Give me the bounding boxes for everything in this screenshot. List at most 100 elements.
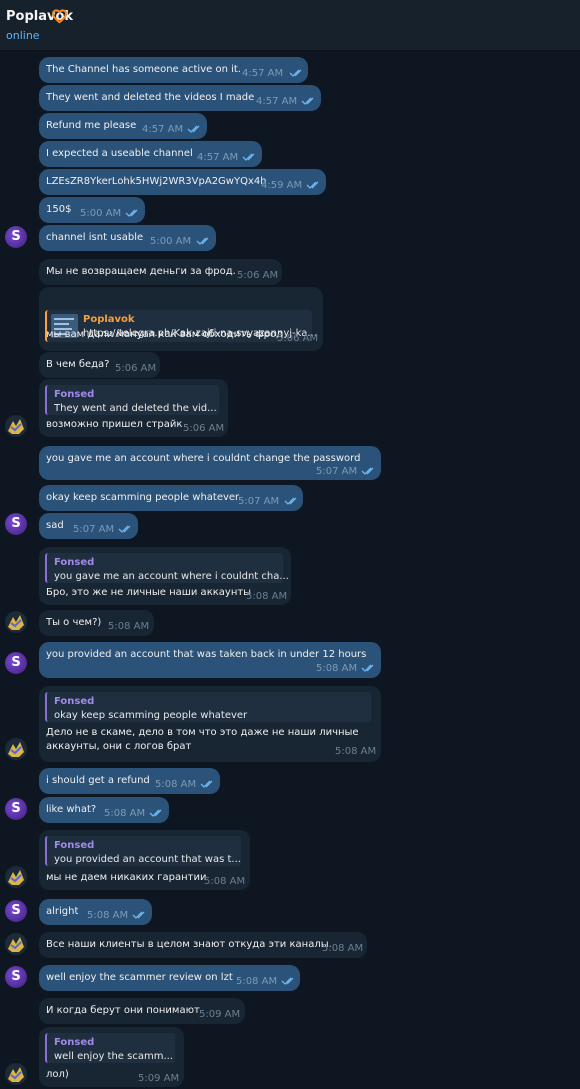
reply-author: Fonsed	[54, 1037, 95, 1048]
character-avatar-icon	[8, 742, 24, 757]
avatar[interactable]: S	[5, 226, 27, 248]
reply-author: Fonsed	[54, 696, 95, 707]
avatar[interactable]	[5, 866, 27, 888]
avatar-logo-icon: S	[11, 516, 21, 531]
message-in[interactable]: Fonsed okay keep scamming people whateve…	[39, 686, 381, 762]
message-in[interactable]: В чем беда? 5:06 AM	[39, 352, 160, 378]
message-text: like what?	[46, 804, 97, 815]
message-in[interactable]: И когда берут они понимают 5:09 AM	[39, 998, 245, 1024]
message-out[interactable]: alright 5:08 AM	[39, 899, 152, 925]
message-in[interactable]: Fonsed you provided an account that was …	[39, 830, 250, 890]
read-checkmarks-icon	[118, 525, 131, 533]
link-preview-site: Poplavok	[83, 314, 135, 325]
message-text: И когда берут они понимают	[46, 1005, 200, 1016]
message-out[interactable]: LZEsZR8YkerLohk5HWj2WR3VpA2GwYQx4h 4:59 …	[39, 169, 326, 195]
message-time: 5:08 AM	[155, 779, 197, 790]
message-out[interactable]: like what? 5:08 AM	[39, 797, 169, 823]
character-avatar-icon	[8, 615, 24, 630]
avatar[interactable]	[5, 611, 27, 633]
message-out[interactable]: The Channel has someone active on it. 4:…	[39, 57, 308, 83]
message-out[interactable]: well enjoy the scammer review on lzt 5:0…	[39, 965, 300, 991]
message-text: LZEsZR8YkerLohk5HWj2WR3VpA2GwYQx4h	[46, 176, 267, 187]
message-text: Ты о чем?)	[46, 617, 102, 628]
message-out[interactable]: sad 5:07 AM	[39, 513, 138, 539]
message-text: The Channel has someone active on it.	[46, 64, 241, 75]
reply-quote[interactable]: Fonsed well enjoy the scamm...	[45, 1033, 175, 1063]
reply-quote[interactable]: Fonsed you provided an account that was …	[45, 836, 241, 866]
avatar[interactable]: S	[5, 513, 27, 535]
read-checkmarks-icon	[306, 181, 319, 189]
message-time: 4:59 AM	[261, 180, 303, 191]
chat-header: Poplavok online	[0, 0, 580, 51]
avatar[interactable]: S	[5, 798, 27, 820]
message-out[interactable]: channel isnt usable 5:00 AM	[39, 225, 216, 251]
read-checkmarks-icon	[125, 209, 138, 217]
message-out[interactable]: you provided an account that was taken b…	[39, 642, 381, 678]
character-avatar-icon	[8, 419, 24, 434]
message-time: 5:06 AM	[237, 270, 279, 281]
message-text: sad	[46, 520, 64, 531]
avatar-logo-icon: S	[11, 969, 21, 984]
reply-quote[interactable]: Fonsed you gave me an account where i co…	[45, 553, 289, 583]
message-out[interactable]: 150$ 5:00 AM	[39, 197, 145, 223]
avatar[interactable]: S	[5, 966, 27, 988]
message-out[interactable]: I expected a useable channel 4:57 AM	[39, 141, 262, 167]
avatar-logo-icon: S	[11, 801, 21, 816]
avatar[interactable]	[5, 933, 27, 955]
message-time: 5:00 AM	[80, 208, 122, 219]
reply-quote[interactable]: Fonsed They went and deleted the vid...	[45, 385, 219, 415]
message-in[interactable]: Fonsed you gave me an account where i co…	[39, 547, 291, 605]
avatar[interactable]	[5, 1063, 27, 1085]
message-in[interactable]: Poplavok https://telegra.ph/Kak-zajti-na…	[39, 287, 323, 351]
message-time: 5:08 AM	[108, 621, 150, 632]
message-in[interactable]: Fonsed They went and deleted the vid... …	[39, 379, 228, 437]
message-text: возможно пришел страйк	[46, 419, 183, 430]
reply-author: Fonsed	[54, 389, 95, 400]
avatar[interactable]	[5, 415, 27, 437]
reply-author: Fonsed	[54, 557, 95, 568]
reply-text: They went and deleted the vid...	[54, 403, 217, 414]
read-checkmarks-icon	[361, 664, 374, 672]
avatar[interactable]: S	[5, 900, 27, 922]
message-time: 5:08 AM	[104, 808, 146, 819]
avatar[interactable]: S	[5, 652, 27, 674]
message-list[interactable]: The Channel has someone active on it. 4:…	[0, 51, 580, 1089]
avatar-logo-icon: S	[11, 655, 21, 670]
message-out[interactable]: Refund me please 4:57 AM	[39, 113, 207, 139]
message-text: мы не даем никаких гарантии	[46, 872, 207, 883]
message-text: you gave me an account where i couldnt c…	[46, 453, 361, 464]
message-in[interactable]: Fonsed well enjoy the scamm... лол) 5:09…	[39, 1027, 184, 1087]
message-text: channel isnt usable	[46, 232, 144, 243]
reply-quote[interactable]: Fonsed okay keep scamming people whateve…	[45, 692, 371, 722]
message-time: 5:06 AM	[277, 333, 319, 344]
message-out[interactable]: i should get a refund 5:08 AM	[39, 768, 220, 794]
read-checkmarks-icon	[361, 467, 374, 475]
message-time: 5:07 AM	[73, 524, 115, 535]
message-text: лол)	[46, 1069, 69, 1080]
message-text: В чем беда?	[46, 359, 110, 370]
avatar-logo-icon: S	[11, 229, 21, 244]
message-time: 5:00 AM	[150, 236, 192, 247]
message-text: well enjoy the scammer review on lzt	[46, 972, 233, 983]
message-out[interactable]: okay keep scamming people whatever 5:07 …	[39, 485, 303, 511]
avatar[interactable]	[5, 738, 27, 760]
message-text: Все наши клиенты в целом знают откуда эт…	[46, 939, 332, 950]
reply-text: you provided an account that was t...	[54, 854, 241, 865]
message-time: 5:08 AM	[322, 943, 364, 954]
message-out[interactable]: you gave me an account where i couldnt c…	[39, 446, 381, 480]
message-time: 5:09 AM	[138, 1073, 180, 1084]
message-text: Дело не в скаме, дело в том что это даже…	[46, 727, 359, 738]
message-text-line-2: аккаунты, они с логов брат	[46, 741, 192, 752]
message-text: 150$	[46, 204, 72, 215]
message-text: мы вам дали мануал как вам обходить фрод	[46, 329, 283, 340]
message-time: 4:57 AM	[197, 152, 239, 163]
message-text: I expected a useable channel	[46, 148, 193, 159]
reply-text: you gave me an account where i couldnt c…	[54, 571, 289, 582]
avatar-logo-icon: S	[11, 903, 21, 918]
message-text: alright	[46, 906, 79, 917]
read-checkmarks-icon	[301, 97, 314, 105]
message-out[interactable]: They went and deleted the videos I made …	[39, 85, 321, 111]
message-in[interactable]: Мы не возвращаем деньги за фрод. 5:06 AM	[39, 259, 282, 285]
message-in[interactable]: Все наши клиенты в целом знают откуда эт…	[39, 932, 367, 958]
message-in[interactable]: Ты о чем?) 5:08 AM	[39, 610, 154, 636]
